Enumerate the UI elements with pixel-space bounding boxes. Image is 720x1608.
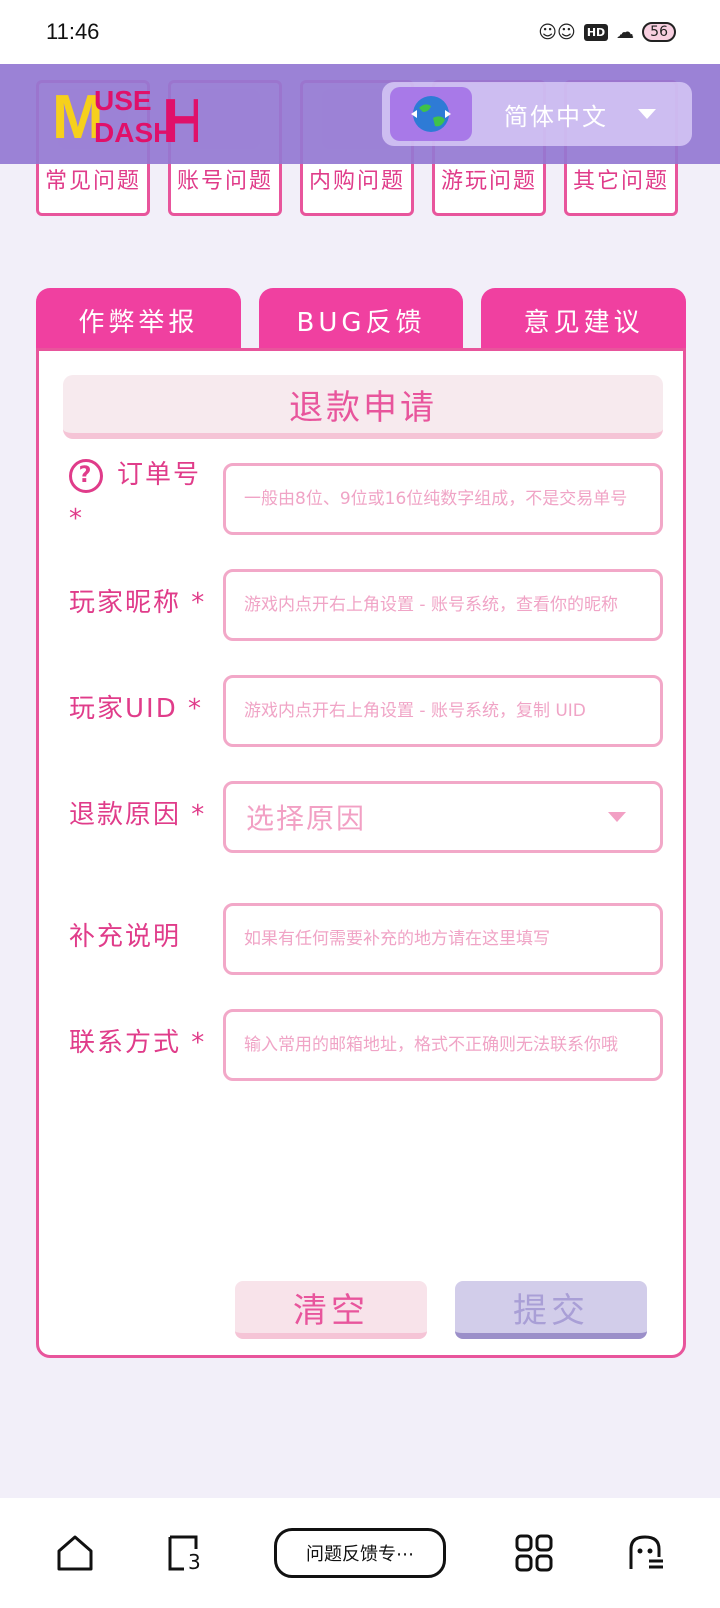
status-time: 11:46 (46, 19, 100, 44)
note-label: 补充说明 (69, 922, 182, 952)
svg-text:3: 3 (188, 1550, 201, 1573)
tab-bug-report[interactable]: BUG反馈 (258, 288, 464, 352)
help-icon[interactable]: ? (69, 458, 103, 493)
reason-label: 退款原因 * (69, 800, 207, 830)
muse-dash-logo[interactable]: M USE DASH H (50, 82, 198, 146)
logo-text-top: USE (94, 85, 152, 116)
reason-select-value: 选择原因 (246, 802, 367, 835)
home-icon[interactable] (53, 1531, 97, 1575)
hd-icon: HD (583, 23, 609, 41)
category-label: 游玩问题 (440, 169, 537, 194)
order-number-input[interactable] (223, 463, 663, 535)
nickname-label: 玩家昵称 * (69, 588, 207, 618)
note-input[interactable] (223, 903, 663, 975)
category-label: 其它问题 (572, 169, 669, 194)
uid-label: 玩家UID * (69, 694, 203, 724)
category-label: 内购问题 (308, 169, 405, 194)
status-icons: ☺☺ HD ☁ 56 (538, 22, 676, 43)
language-selector[interactable]: 简体中文 (382, 82, 692, 146)
nickname-input[interactable] (223, 569, 663, 641)
refund-form-panel: 退款申请 ?订单号 * 玩家昵称 * 玩家UID * 退款原因 * 选择原因 补… (36, 348, 686, 1358)
tab-suggestions[interactable]: 意见建议 (481, 288, 687, 352)
uid-input[interactable] (223, 675, 663, 747)
menu-icon[interactable] (623, 1531, 667, 1575)
order-label-wrap: ? 订单号 * (69, 453, 209, 541)
contact-input[interactable] (223, 1009, 663, 1081)
category-label: 账号问题 (176, 169, 273, 194)
notification-icon: ☺☺ (538, 21, 576, 43)
globe-icon (390, 87, 472, 141)
clear-button[interactable]: 清空 (235, 1281, 427, 1339)
tabs-icon[interactable]: 3 (164, 1531, 208, 1575)
chevron-down-icon (608, 812, 626, 822)
status-bar: 11:46 ☺☺ HD ☁ 56 (0, 0, 720, 64)
category-label: 常见问题 (44, 169, 141, 194)
feedback-tabs: 作弊举报 BUG反馈 意见建议 (36, 288, 687, 352)
cloud-icon: ☁ (616, 21, 635, 43)
svg-text:H: H (162, 87, 198, 146)
bottom-nav: 3 问题反馈专⋯ (0, 1498, 720, 1608)
battery-icon: 56 (642, 22, 676, 42)
reason-select[interactable]: 选择原因 (223, 781, 663, 853)
submit-button[interactable]: 提交 (455, 1281, 647, 1339)
apps-grid-icon[interactable] (512, 1531, 556, 1575)
contact-label: 联系方式 * (69, 1028, 207, 1058)
header-bar: M USE DASH H 简体中文 (0, 64, 720, 164)
chevron-down-icon (638, 109, 656, 119)
language-label: 简体中文 (504, 102, 608, 131)
refund-title: 退款申请 (63, 375, 663, 439)
tab-cheat-report[interactable]: 作弊举报 (36, 288, 241, 352)
current-page-pill[interactable]: 问题反馈专⋯ (273, 1528, 446, 1578)
